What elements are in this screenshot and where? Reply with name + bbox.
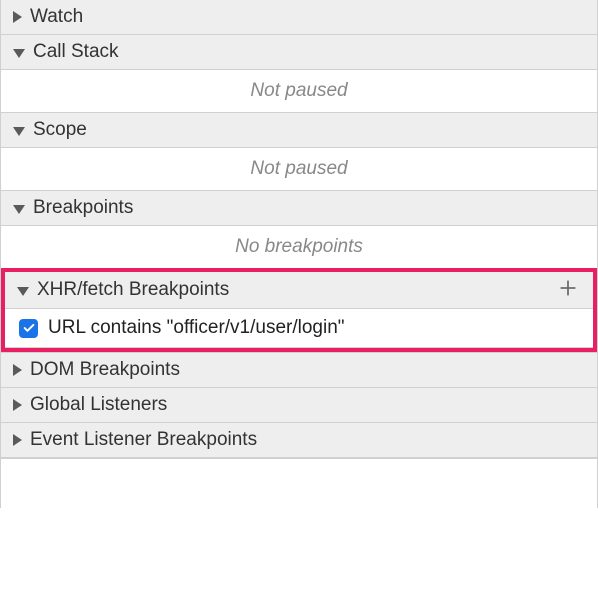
global-listeners-title: Global Listeners	[30, 394, 587, 416]
xhr-fetch-highlight: XHR/fetch Breakpoints URL contains "offi…	[1, 268, 597, 352]
chevron-down-icon	[17, 287, 29, 296]
chevron-down-icon	[13, 49, 25, 58]
scope-section-header[interactable]: Scope	[1, 112, 597, 148]
scope-title: Scope	[33, 119, 587, 141]
watch-title: Watch	[30, 6, 587, 28]
xhr-breakpoint-checkbox[interactable]	[19, 319, 38, 338]
event-listener-section-header[interactable]: Event Listener Breakpoints	[1, 423, 597, 458]
chevron-right-icon	[13, 364, 22, 376]
call-stack-title: Call Stack	[33, 41, 587, 63]
chevron-down-icon	[13, 127, 25, 136]
add-xhr-breakpoint-button[interactable]	[553, 278, 583, 302]
xhr-fetch-section-header[interactable]: XHR/fetch Breakpoints	[5, 272, 593, 309]
empty-space	[1, 458, 597, 508]
chevron-right-icon	[13, 399, 22, 411]
event-listener-title: Event Listener Breakpoints	[30, 429, 587, 451]
chevron-down-icon	[13, 205, 25, 214]
xhr-breakpoint-item[interactable]: URL contains "officer/v1/user/login"	[5, 309, 593, 348]
breakpoints-body: No breakpoints	[1, 226, 597, 268]
scope-body: Not paused	[1, 148, 597, 190]
xhr-breakpoint-label: URL contains "officer/v1/user/login"	[48, 317, 345, 339]
checkmark-icon	[22, 321, 36, 335]
breakpoints-section-header[interactable]: Breakpoints	[1, 190, 597, 226]
call-stack-body: Not paused	[1, 70, 597, 112]
dom-breakpoints-title: DOM Breakpoints	[30, 359, 587, 381]
chevron-right-icon	[13, 434, 22, 446]
chevron-right-icon	[13, 11, 22, 23]
xhr-fetch-title: XHR/fetch Breakpoints	[37, 279, 553, 301]
watch-section-header[interactable]: Watch	[1, 0, 597, 35]
plus-icon	[559, 279, 577, 297]
breakpoints-title: Breakpoints	[33, 197, 587, 219]
dom-breakpoints-section-header[interactable]: DOM Breakpoints	[1, 352, 597, 388]
global-listeners-section-header[interactable]: Global Listeners	[1, 388, 597, 423]
call-stack-section-header[interactable]: Call Stack	[1, 35, 597, 70]
debugger-sidebar: Watch Call Stack Not paused Scope Not pa…	[0, 0, 598, 508]
